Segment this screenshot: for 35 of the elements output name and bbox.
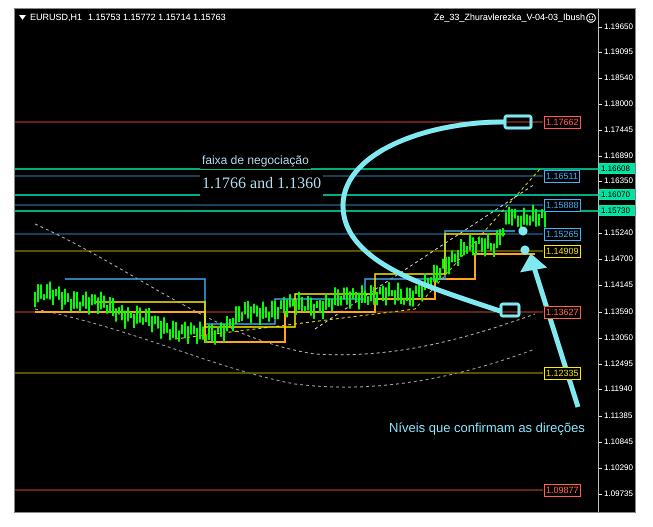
price-tick-label: 1.11385 — [604, 411, 632, 421]
current-price-marker: 1.15730 — [599, 205, 635, 216]
price-tick-label: 1.12495 — [604, 359, 633, 369]
current-price-marker: 1.16070 — [599, 189, 635, 200]
dropdown-triangle-icon[interactable] — [19, 15, 26, 20]
price-tick-label: 1.10290 — [604, 463, 633, 473]
price-tick-label: 1.09735 — [604, 489, 633, 499]
price-level-label: 1.15265 — [544, 228, 581, 241]
price-tick-label: 1.15240 — [604, 228, 633, 238]
chart-symbol: EURUSD,H1 — [30, 11, 82, 24]
price-level-label: 1.16511 — [544, 170, 580, 183]
price-tick-label: 1.18540 — [604, 73, 633, 83]
price-tick-label: 1.19650 — [604, 22, 633, 32]
price-tick-label: 1.16350 — [604, 176, 633, 186]
price-tick-label: 1.18000 — [604, 99, 633, 109]
price-tick-label: 1.16890 — [604, 151, 633, 161]
price-tick-label: 1.17445 — [604, 125, 633, 135]
chart-quote: 1.15753 1.15772 1.15714 1.15763 — [88, 11, 226, 24]
price-level-label: 1.17662 — [544, 116, 581, 129]
current-price-marker: 1.16608 — [599, 163, 635, 174]
price-level-label: 1.12335 — [544, 367, 581, 380]
smiley-icon — [586, 12, 596, 23]
price-tick-label: 1.11940 — [604, 384, 632, 394]
price-tick-label: 1.10845 — [604, 437, 633, 447]
annotation-text: Níveis que confirmam as direções — [389, 419, 585, 437]
price-tick-label: 1.14145 — [604, 280, 633, 290]
price-tick-label: 1.13590 — [604, 307, 633, 317]
price-tick-label: 1.13050 — [604, 333, 633, 343]
indicator-name: Ze_33_Zhuravlerezka_V-04-03_Ibush — [434, 11, 585, 24]
price-tick-label: 1.19095 — [604, 47, 633, 57]
price-level-label: 1.14909 — [544, 245, 581, 258]
price-tick-label: 1.14700 — [604, 254, 633, 264]
price-level-label: 1.15888 — [544, 199, 581, 212]
price-level-label: 1.13627 — [544, 306, 581, 319]
price-level-label: 1.09877 — [544, 484, 581, 497]
